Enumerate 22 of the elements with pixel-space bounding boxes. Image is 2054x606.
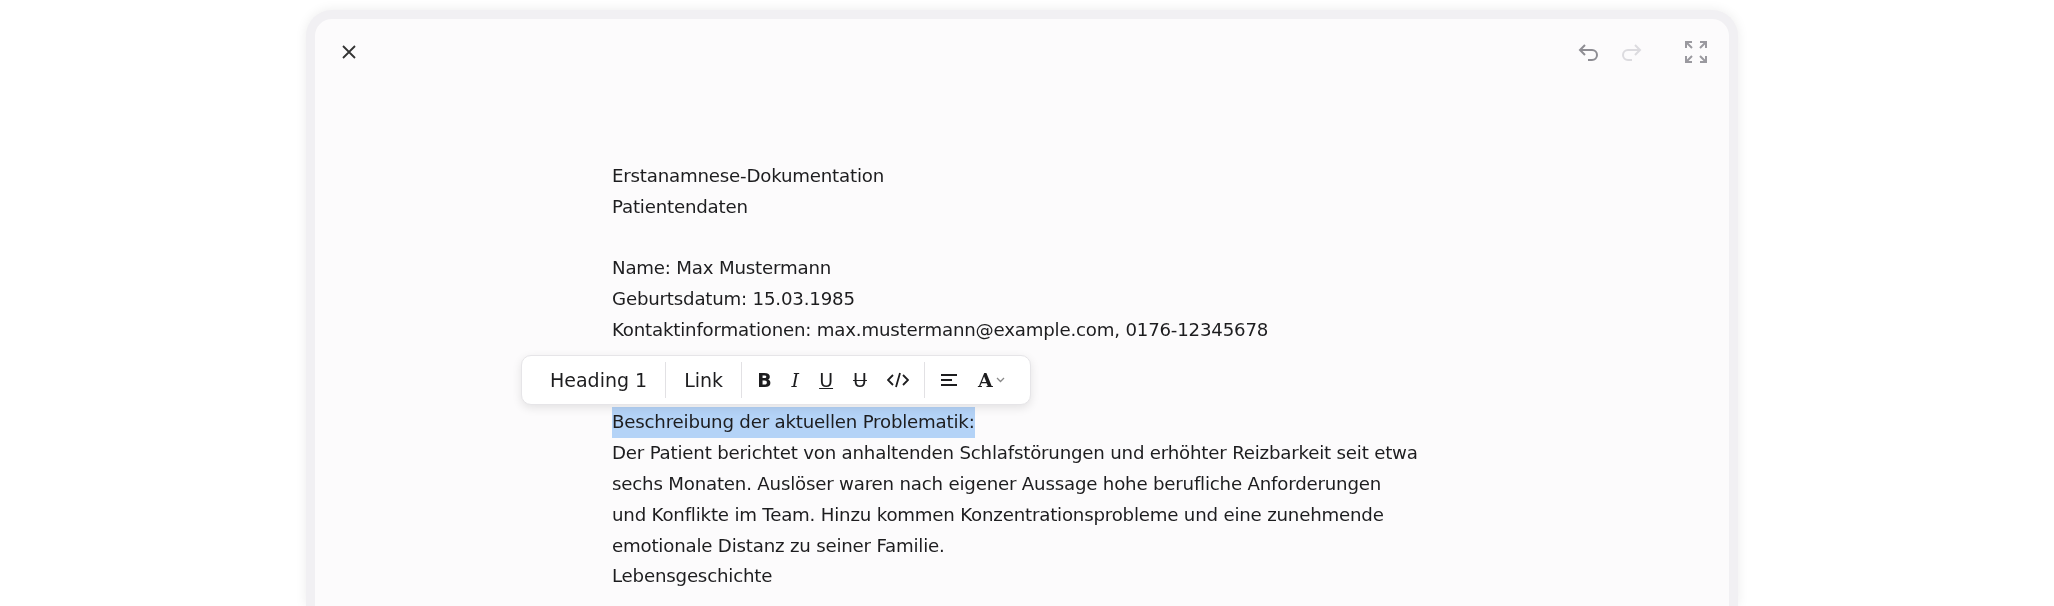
expand-button[interactable] (1683, 39, 1709, 65)
text-line: Der Patient berichtet von anhaltenden Schlafstörungen und erhöhter Reizbarkeit seit etwa (612, 441, 1418, 466)
text-line: sechs Monaten. Auslöser waren nach eigener Aussage hohe berufliche Anforderungen (612, 471, 1382, 496)
chevron-down-icon (995, 377, 1005, 383)
text-line: Patientendaten (612, 194, 748, 219)
toolbar-button[interactable]: Link (674, 362, 734, 398)
text-line: und Konflikte im Team. Hinzu kommen Konzentrationsprobleme und eine zunehmende (612, 502, 1384, 527)
bold-button[interactable]: B (750, 362, 779, 398)
text-line: Lebensgeschichte (612, 564, 773, 589)
code-icon (886, 371, 909, 389)
text-line: Kontaktinformationen: max.mustermann@example.com, 0176-12345678 (612, 318, 1269, 342)
underline-button[interactable]: U (812, 362, 841, 398)
text-line: Erstanamnese-Dokumentation (612, 164, 885, 188)
align-left-icon (939, 373, 958, 387)
toolbar-button[interactable]: Heading 1 (540, 362, 658, 398)
strikethrough-button[interactable]: U (846, 362, 874, 398)
font-button[interactable]: A (970, 362, 1012, 398)
italic-button[interactable]: I (784, 362, 807, 398)
text-line: emotionale Distanz zu seiner Familie. (612, 533, 945, 558)
text-line: Name: Max Mustermann (612, 256, 832, 281)
selected-text: Beschreibung der aktuellen Problematik: (612, 407, 975, 439)
text-line: Geburtsdatum: 15.03.1985 (612, 287, 855, 312)
